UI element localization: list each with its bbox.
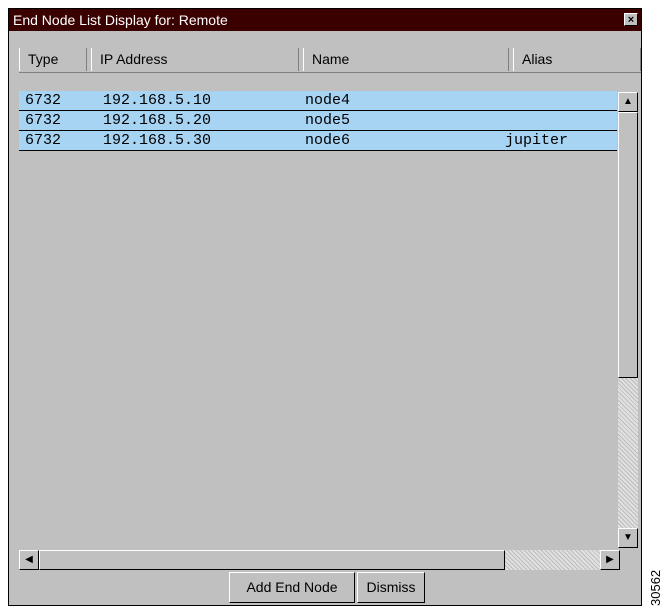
- add-end-node-button[interactable]: Add End Node: [229, 572, 355, 603]
- horizontal-scroll-thumb[interactable]: [39, 550, 505, 570]
- cell-ip-address: 192.168.5.20: [103, 112, 212, 129]
- scroll-down-button[interactable]: ▼: [618, 528, 638, 548]
- arrow-down-icon: ▼: [623, 532, 633, 543]
- close-button[interactable]: ×: [624, 13, 638, 26]
- arrow-up-icon: ▲: [623, 96, 633, 107]
- table-row[interactable]: 6732 192.168.5.30 node6 jupiter: [19, 131, 617, 151]
- column-label-name: Name: [312, 51, 350, 67]
- horizontal-scrollbar[interactable]: ◀ ▶: [19, 550, 620, 570]
- figure-id: 30562: [648, 569, 663, 606]
- column-label-type: Type: [28, 51, 59, 67]
- vertical-scroll-thumb[interactable]: [618, 112, 638, 378]
- scroll-up-button[interactable]: ▲: [618, 92, 638, 112]
- column-header-type[interactable]: Type: [19, 48, 87, 71]
- window-title: End Node List Display for: Remote: [13, 12, 228, 28]
- column-header-name[interactable]: Name: [303, 48, 509, 71]
- vertical-scroll-track[interactable]: [618, 378, 638, 528]
- column-label-ip-address: IP Address: [100, 51, 168, 67]
- title-bar[interactable]: End Node List Display for: Remote ×: [9, 9, 641, 31]
- cell-alias: jupiter: [505, 132, 569, 149]
- column-label-alias: Alias: [522, 51, 553, 67]
- cell-name: node4: [305, 92, 351, 109]
- cell-type: 6732: [25, 92, 62, 109]
- vertical-scrollbar[interactable]: ▲ ▼: [618, 92, 640, 548]
- column-header-alias[interactable]: Alias: [513, 48, 641, 71]
- scroll-left-button[interactable]: ◀: [19, 550, 39, 570]
- arrow-left-icon: ◀: [25, 554, 33, 565]
- scroll-right-button[interactable]: ▶: [600, 550, 620, 570]
- column-header-ip-address[interactable]: IP Address: [91, 48, 299, 71]
- end-node-list[interactable]: 6732 192.168.5.10 node4 6732 192.168.5.2…: [19, 91, 636, 547]
- cell-ip-address: 192.168.5.30: [103, 132, 212, 149]
- dismiss-button[interactable]: Dismiss: [357, 572, 425, 603]
- cell-type: 6732: [25, 132, 62, 149]
- cell-name: node5: [305, 112, 351, 129]
- table-row[interactable]: 6732 192.168.5.10 node4: [19, 91, 617, 111]
- cell-ip-address: 192.168.5.10: [103, 92, 212, 109]
- table-row[interactable]: 6732 192.168.5.20 node5: [19, 111, 617, 131]
- cell-type: 6732: [25, 112, 62, 129]
- arrow-right-icon: ▶: [606, 554, 614, 565]
- end-node-list-window: End Node List Display for: Remote × Type…: [8, 8, 642, 606]
- horizontal-scroll-track[interactable]: [505, 550, 600, 570]
- close-icon: ×: [627, 14, 635, 26]
- column-header: Type IP Address Name Alias: [19, 48, 641, 73]
- cell-name: node6: [305, 132, 351, 149]
